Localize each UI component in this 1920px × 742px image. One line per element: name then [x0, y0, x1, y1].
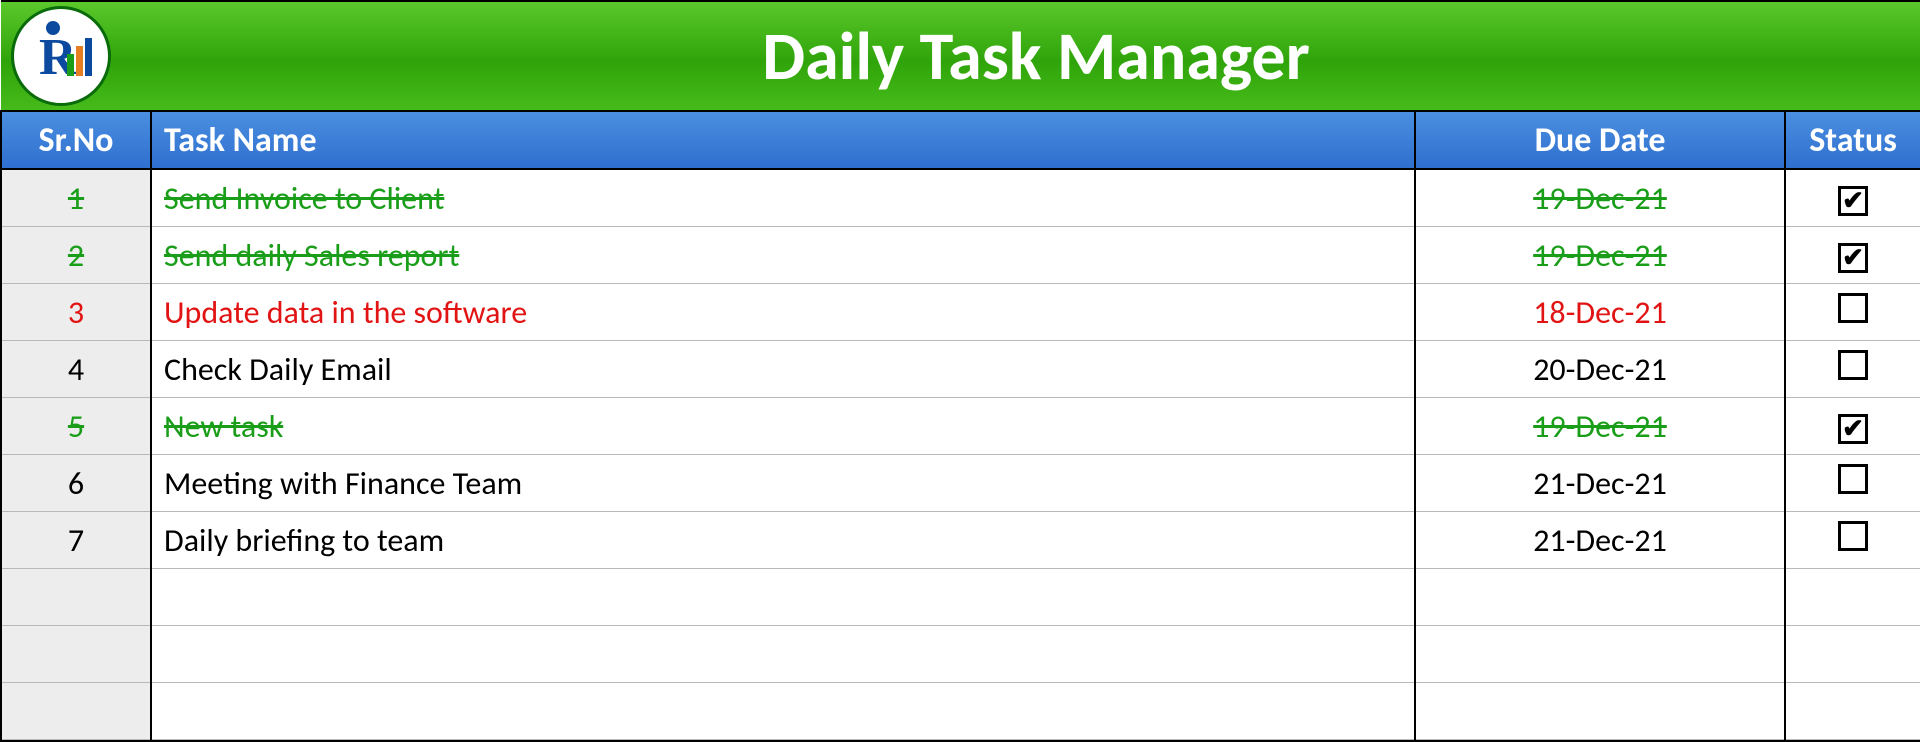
table-row: 3Update data in the software18-Dec-21 [1, 284, 1920, 341]
task-table: R Daily Task Manager Sr.No Task Name Due… [0, 0, 1920, 740]
cell-srno: 6 [1, 455, 151, 512]
cell-duedate[interactable]: 19-Dec-21 [1415, 227, 1785, 284]
task-sheet: R Daily Task Manager Sr.No Task Name Due… [0, 0, 1920, 742]
cell-status [1785, 455, 1920, 512]
app-logo-icon: R [11, 6, 111, 106]
cell-srno: 1 [1, 169, 151, 227]
cell-srno: 3 [1, 284, 151, 341]
table-row: 1Send Invoice to Client19-Dec-21 ✔ [1, 169, 1920, 227]
cell-srno: 4 [1, 341, 151, 398]
logo-cell: R [1, 1, 151, 111]
status-checkbox[interactable]: ✔ [1838, 186, 1868, 216]
header-taskname: Task Name [151, 111, 1415, 169]
cell-status [1785, 683, 1920, 740]
cell-srno: 5 [1, 398, 151, 455]
table-row: 2Send daily Sales report19-Dec-21 ✔ [1, 227, 1920, 284]
cell-taskname[interactable]: Send daily Sales report [151, 227, 1415, 284]
cell-status: ✔ [1785, 169, 1920, 227]
title-row: R Daily Task Manager [1, 1, 1920, 111]
title-cell: Daily Task Manager [151, 1, 1920, 111]
cell-duedate[interactable]: 19-Dec-21 [1415, 169, 1785, 227]
cell-taskname[interactable] [151, 626, 1415, 683]
cell-srno [1, 683, 151, 740]
page-title: Daily Task Manager [151, 15, 1920, 98]
cell-duedate[interactable] [1415, 683, 1785, 740]
cell-status [1785, 341, 1920, 398]
status-checkbox[interactable] [1838, 350, 1868, 380]
header-srno: Sr.No [1, 111, 151, 169]
cell-taskname[interactable] [151, 683, 1415, 740]
cell-taskname[interactable]: Check Daily Email [151, 341, 1415, 398]
cell-taskname[interactable]: Daily briefing to team [151, 512, 1415, 569]
cell-duedate[interactable]: 20-Dec-21 [1415, 341, 1785, 398]
cell-status [1785, 284, 1920, 341]
cell-status [1785, 626, 1920, 683]
cell-status [1785, 569, 1920, 626]
table-row [1, 569, 1920, 626]
status-checkbox[interactable]: ✔ [1838, 414, 1868, 444]
status-checkbox[interactable] [1838, 521, 1868, 551]
cell-duedate[interactable]: 18-Dec-21 [1415, 284, 1785, 341]
header-row: Sr.No Task Name Due Date Status [1, 111, 1920, 169]
cell-status [1785, 512, 1920, 569]
cell-taskname[interactable]: Send Invoice to Client [151, 169, 1415, 227]
status-checkbox[interactable] [1838, 293, 1868, 323]
cell-taskname[interactable]: Meeting with Finance Team [151, 455, 1415, 512]
cell-taskname[interactable]: Update data in the software [151, 284, 1415, 341]
header-duedate: Due Date [1415, 111, 1785, 169]
cell-duedate[interactable]: 19-Dec-21 [1415, 398, 1785, 455]
table-row [1, 626, 1920, 683]
header-status: Status [1785, 111, 1920, 169]
cell-srno [1, 569, 151, 626]
status-checkbox[interactable]: ✔ [1838, 243, 1868, 273]
cell-status: ✔ [1785, 398, 1920, 455]
cell-status: ✔ [1785, 227, 1920, 284]
cell-srno: 2 [1, 227, 151, 284]
table-row [1, 683, 1920, 740]
table-row: 6Meeting with Finance Team21-Dec-21 [1, 455, 1920, 512]
cell-duedate[interactable] [1415, 569, 1785, 626]
cell-duedate[interactable] [1415, 626, 1785, 683]
cell-taskname[interactable]: New task [151, 398, 1415, 455]
table-row: 4Check Daily Email20-Dec-21 [1, 341, 1920, 398]
cell-srno [1, 626, 151, 683]
table-row: 7Daily briefing to team21-Dec-21 [1, 512, 1920, 569]
cell-srno: 7 [1, 512, 151, 569]
cell-duedate[interactable]: 21-Dec-21 [1415, 512, 1785, 569]
cell-duedate[interactable]: 21-Dec-21 [1415, 455, 1785, 512]
table-row: 5New task19-Dec-21 ✔ [1, 398, 1920, 455]
status-checkbox[interactable] [1838, 464, 1868, 494]
cell-taskname[interactable] [151, 569, 1415, 626]
